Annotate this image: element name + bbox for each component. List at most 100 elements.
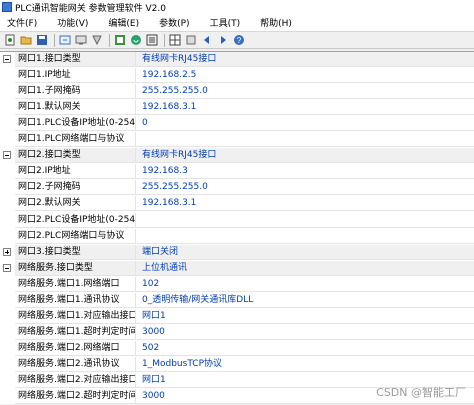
property-value[interactable]: 0_透明传输/网关通讯库DLL	[135, 292, 474, 308]
property-value[interactable]: 255.255.255.0	[135, 84, 474, 100]
property-row[interactable]: 网络服务.端口2.通讯协议 1_ModbusTCP协议	[0, 356, 474, 373]
property-name: 网口3.接口类型	[15, 244, 135, 260]
property-value[interactable]: 端口关闭	[135, 244, 474, 260]
refresh-icon[interactable]	[58, 33, 72, 47]
new-icon[interactable]	[3, 33, 17, 47]
property-value[interactable]: 102	[135, 276, 474, 292]
property-value[interactable]: 有线网卡RJ45接口	[135, 148, 474, 164]
property-name: 网口2.默认网关	[15, 196, 135, 212]
collapse-icon[interactable]	[3, 151, 11, 160]
property-name: 网络服务.端口1.超时判定时间	[15, 324, 135, 340]
property-row[interactable]: 网口1.默认网关 192.168.3.1	[0, 100, 474, 116]
menu-edit[interactable]: 编辑(E)	[101, 16, 146, 29]
row-gutter	[0, 325, 14, 341]
app-icon	[2, 2, 12, 12]
nav-next-icon[interactable]	[216, 33, 230, 47]
property-name: 网口1.默认网关	[15, 100, 135, 116]
menu-tools[interactable]: 工具(T)	[203, 16, 248, 29]
property-row[interactable]: 网口1.子网掩码 255.255.255.0	[0, 84, 474, 100]
property-value[interactable]	[135, 132, 474, 148]
open-folder-icon[interactable]	[19, 33, 33, 47]
expand-icon[interactable]	[3, 247, 11, 256]
toolbar-separator	[164, 33, 165, 47]
property-name: 网络服务.端口1.网络端口	[15, 276, 135, 292]
menu-file[interactable]: 文件(F)	[0, 16, 44, 29]
menu-params[interactable]: 参数(P)	[152, 16, 196, 29]
property-row[interactable]: 网口2.子网掩码 255.255.255.0	[0, 180, 474, 196]
download-device-icon[interactable]	[90, 33, 104, 47]
property-name: 网口2.IP地址	[15, 164, 135, 180]
row-gutter	[0, 196, 14, 212]
property-value[interactable]: 0	[135, 116, 474, 132]
nav-prev-icon[interactable]	[200, 33, 214, 47]
property-value[interactable]: 1_ModbusTCP协议	[135, 356, 474, 372]
property-value[interactable]: 192.168.3	[135, 164, 474, 180]
property-value[interactable]: 网口1	[135, 308, 474, 324]
collapse-icon[interactable]	[3, 55, 11, 63]
menu-bar: 文件(F) 功能(V) 编辑(E) 参数(P) 工具(T) 帮助(H)	[0, 14, 474, 31]
help-icon[interactable]: ?	[232, 33, 246, 47]
title-bar: PLC通讯智能网关 参数管理软件 V2.0	[0, 0, 474, 14]
property-name: 网口1.子网掩码	[15, 84, 135, 100]
property-row[interactable]: 网口2.默认网关 192.168.3.1	[0, 196, 474, 212]
toolbar-separator	[109, 33, 110, 47]
property-row[interactable]: 网口2.PLC网络端口与协议	[0, 228, 474, 245]
property-row[interactable]: 网络服务.端口1.超时判定时间 3000	[0, 324, 474, 341]
property-name: 网口1.接口类型	[15, 52, 135, 67]
grid-icon[interactable]	[168, 33, 182, 47]
row-gutter	[0, 309, 14, 325]
property-name: 网口2.子网掩码	[15, 180, 135, 196]
window-title: PLC通讯智能网关 参数管理软件 V2.0	[15, 3, 166, 14]
property-value[interactable]: 255.255.255.0	[135, 180, 474, 196]
property-row[interactable]: 网口2.IP地址 192.168.3	[0, 164, 474, 180]
save-icon[interactable]	[35, 33, 49, 47]
property-value[interactable]: 192.168.3.1	[135, 196, 474, 212]
property-name: 网络服务.接口类型	[15, 260, 135, 276]
property-value[interactable]	[135, 212, 474, 228]
row-gutter	[0, 277, 14, 293]
row-gutter	[0, 52, 14, 68]
row-gutter	[0, 261, 14, 277]
row-gutter	[0, 148, 14, 164]
collapse-icon[interactable]	[3, 263, 11, 272]
read-device-icon[interactable]	[74, 33, 88, 47]
property-category-row[interactable]: 网络服务.接口类型 上位机通讯	[0, 260, 474, 277]
property-name: 网口1.PLC设备IP地址(0-254)	[15, 116, 135, 132]
property-value[interactable]: 192.168.2.5	[135, 68, 474, 84]
row-gutter	[0, 68, 14, 84]
property-value[interactable]: 192.168.3.1	[135, 100, 474, 116]
row-gutter	[0, 245, 14, 261]
property-row[interactable]: 网络服务.端口1.对应输出接口 网口1	[0, 308, 474, 325]
property-name: 网络服务.端口1.对应输出接口	[15, 308, 135, 324]
property-row[interactable]: 网络服务.端口1.网络端口 102	[0, 276, 474, 293]
property-row[interactable]: 网口1.PLC网络端口与协议	[0, 132, 474, 148]
property-row[interactable]: 网络服务.端口2.网络端口 502	[0, 340, 474, 357]
connect-icon[interactable]	[113, 33, 127, 47]
row-gutter	[0, 293, 14, 309]
property-row[interactable]: 网口1.IP地址 192.168.2.5	[0, 68, 474, 84]
property-category-row[interactable]: 网口3.接口类型 端口关闭	[0, 244, 474, 261]
property-value[interactable]: 502	[135, 340, 474, 356]
menu-help[interactable]: 帮助(H)	[253, 16, 299, 29]
property-value[interactable]: 上位机通讯	[135, 260, 474, 276]
property-row[interactable]: 网络服务.端口1.通讯协议 0_透明传输/网关通讯库DLL	[0, 292, 474, 309]
row-gutter	[0, 373, 14, 389]
property-value[interactable]: 3000	[135, 324, 474, 340]
property-name: 网络服务.端口2.网络端口	[15, 340, 135, 356]
property-category-row[interactable]: 网口1.接口类型 有线网卡RJ45接口	[0, 52, 474, 68]
property-row[interactable]: 网口1.PLC设备IP地址(0-254) 0	[0, 116, 474, 132]
svg-text:?: ?	[237, 36, 242, 45]
property-name: 网络服务.端口2.超时判定时间	[15, 389, 135, 405]
stop-icon[interactable]	[184, 33, 198, 47]
settings-icon[interactable]	[145, 33, 159, 47]
property-name: 网口1.IP地址	[15, 68, 135, 84]
property-value[interactable]	[135, 228, 474, 244]
row-gutter	[0, 132, 14, 148]
menu-function[interactable]: 功能(V)	[50, 16, 95, 29]
property-category-row[interactable]: 网口2.接口类型 有线网卡RJ45接口	[0, 148, 474, 164]
property-row[interactable]: 网口2.PLC设备IP地址(0-254)	[0, 212, 474, 229]
monitor-icon[interactable]	[129, 33, 143, 47]
property-value[interactable]: 有线网卡RJ45接口	[135, 52, 474, 67]
row-gutter	[0, 213, 14, 229]
row-gutter	[0, 100, 14, 116]
